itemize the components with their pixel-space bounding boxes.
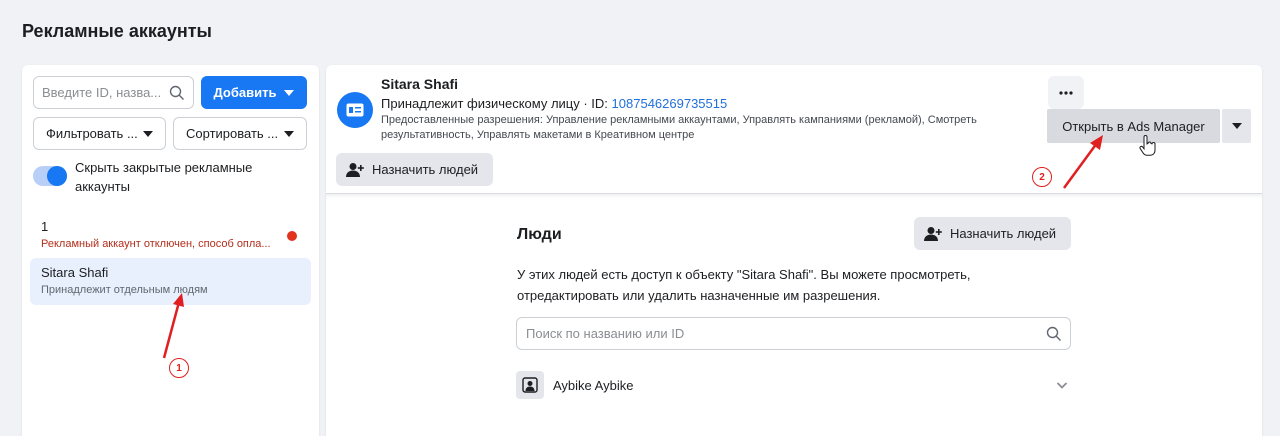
person-name: Aybike Aybike [553,377,634,393]
add-person-icon [924,226,942,241]
error-status-dot [287,231,297,241]
accounts-sidebar: Добавить Фильтровать ... Сортировать ...… [22,65,319,436]
toggle-knob [47,166,67,186]
more-icon [1059,90,1073,95]
caret-down-icon [143,130,153,137]
more-options-button[interactable] [1048,76,1084,109]
account-owner-line: Принадлежит физическому лицу · ID: 10875… [381,96,727,111]
step-1-marker: 1 [169,358,189,378]
hand-cursor-icon [1139,135,1156,156]
people-description: У этих людей есть доступ к объекту "Sita… [517,267,971,303]
search-icon [1046,326,1062,347]
account-id-link[interactable]: 1087546269735515 [612,96,728,111]
people-search-field[interactable] [516,317,1071,350]
hide-closed-toggle-row: Скрыть закрытые рекламные аккаунты [33,158,295,196]
filter-dropdown[interactable]: Фильтровать ... [33,117,166,150]
sort-label: Сортировать ... [186,126,279,141]
account-list-item[interactable]: 1 Рекламный аккаунт отключен, способ опл… [30,212,311,256]
people-search-input[interactable] [526,326,1026,341]
account-name: Sitara Shafi [41,265,109,280]
open-ads-label: Открыть в Ads Manager [1062,118,1205,134]
ad-account-icon [337,92,373,128]
account-details-panel: Sitara Shafi Принадлежит физическому лиц… [326,65,1262,436]
people-section-title: Люди [517,226,562,243]
assign-people-label: Назначить людей [950,226,1057,241]
account-search-field[interactable] [33,76,194,109]
account-name: 1 [41,219,49,234]
page-title: Рекламные аккаунты [22,21,212,41]
add-button[interactable]: Добавить [201,76,307,109]
permissions-text: Предоставленные разрешения: Управление р… [381,114,977,141]
hide-closed-label: Скрыть закрытые рекламные аккаунты [75,160,253,194]
caret-down-icon [284,130,294,137]
caret-down-icon [1231,123,1242,129]
person-list-item[interactable]: Aybike Aybike [516,369,1071,401]
caret-down-icon [284,89,295,96]
account-owner-text: Принадлежит отдельным людям [41,284,208,296]
assign-people-button[interactable]: Назначить людей [336,153,493,186]
hide-closed-toggle[interactable] [33,166,67,186]
account-status-text: Рекламный аккаунт отключен, способ опла.… [41,238,271,250]
assign-people-label: Назначить людей [372,162,479,177]
step-2-marker: 2 [1032,167,1052,187]
person-icon [516,371,544,399]
chevron-down-icon[interactable] [1055,378,1069,392]
owner-prefix: Принадлежит физическому лицу · ID: [381,96,612,111]
sort-dropdown[interactable]: Сортировать ... [173,117,307,150]
assign-people-button[interactable]: Назначить людей [914,217,1071,250]
open-in-ads-manager-button[interactable]: Открыть в Ads Manager [1047,109,1220,143]
filter-label: Фильтровать ... [46,126,138,141]
search-icon [169,85,185,106]
account-list-item-selected[interactable]: Sitara Shafi Принадлежит отдельным людям [30,258,311,305]
account-search-input[interactable] [42,85,162,100]
open-ads-dropdown-button[interactable] [1222,109,1251,143]
add-person-icon [346,162,364,177]
add-button-label: Добавить [213,85,277,100]
account-title: Sitara Shafi [381,76,459,92]
